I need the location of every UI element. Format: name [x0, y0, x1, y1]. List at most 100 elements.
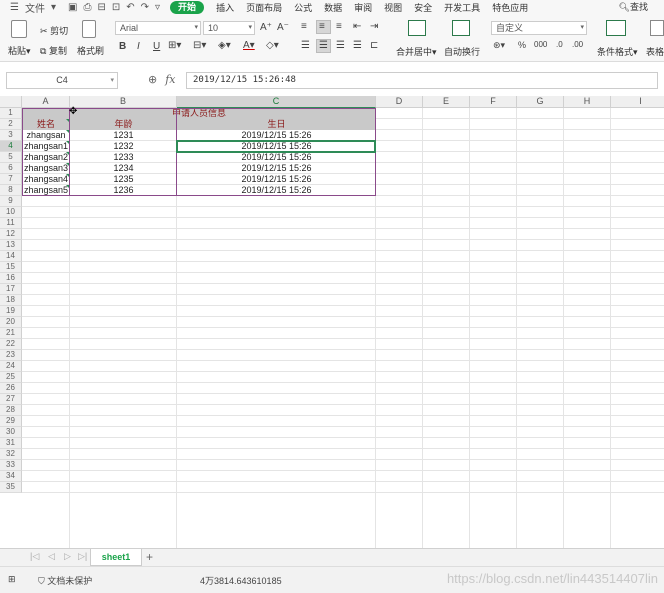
add-sheet-icon[interactable]: + — [146, 550, 153, 564]
column-header-e[interactable]: E — [423, 96, 470, 108]
row-header[interactable]: 34 — [0, 471, 22, 482]
cut-button[interactable]: ✂ 剪切 — [40, 24, 68, 37]
indent-decrease-icon[interactable]: ⇤ — [353, 21, 361, 32]
align-top-icon[interactable]: ≡ — [301, 21, 307, 32]
align-bottom-icon[interactable]: ≡ — [336, 21, 342, 32]
increase-decimal-icon[interactable]: .0 — [556, 40, 563, 49]
row-header[interactable]: 2 — [0, 119, 22, 130]
align-right-icon[interactable]: ☰ — [336, 40, 345, 51]
borders-icon[interactable]: ⊞▾ — [168, 40, 181, 51]
row-header[interactable]: 3 — [0, 130, 22, 141]
error-indicator-icon[interactable] — [66, 119, 69, 122]
row-header[interactable]: 16 — [0, 273, 22, 284]
italic-icon[interactable]: I — [137, 41, 140, 52]
row-header[interactable]: 20 — [0, 317, 22, 328]
tab-data[interactable]: 数据 — [324, 1, 342, 14]
table-style-icon[interactable] — [650, 20, 664, 36]
error-indicator-icon[interactable] — [66, 174, 69, 177]
row-header[interactable]: 6 — [0, 163, 22, 174]
spreadsheet-grid[interactable]: A B C D E F G H I 1 2 3 4 5 6 7 8 9 10 11 12 13 14 15 16 17 18 19 20… — [0, 96, 664, 548]
row-header[interactable]: 28 — [0, 405, 22, 416]
font-name-select[interactable]: Arial ▾ — [115, 21, 201, 35]
row-header[interactable]: 17 — [0, 284, 22, 295]
conditional-format-button[interactable]: 条件格式▾ — [597, 45, 638, 58]
conditional-format-icon[interactable] — [606, 20, 626, 36]
file-menu[interactable]: ☰ 文件 ▾ — [10, 0, 56, 15]
underline-icon[interactable]: U — [153, 41, 160, 52]
doc-protect-status[interactable]: ⛉ 文档未保护 — [38, 574, 92, 587]
thousands-icon[interactable]: 000 — [534, 40, 547, 49]
column-header-f[interactable]: F — [470, 96, 517, 108]
row-header[interactable]: 27 — [0, 394, 22, 405]
error-indicator-icon[interactable] — [66, 163, 69, 166]
row-header[interactable]: 21 — [0, 328, 22, 339]
font-color-icon[interactable]: A▾ — [243, 40, 255, 51]
select-all-corner[interactable] — [0, 96, 22, 108]
error-indicator-icon[interactable] — [66, 185, 69, 188]
wrap-text-button[interactable]: 自动换行 — [444, 45, 480, 58]
justify-icon[interactable]: ☰ — [353, 40, 362, 51]
row-header[interactable]: 31 — [0, 438, 22, 449]
undo-icon[interactable]: ↶ — [126, 2, 134, 13]
column-header-d[interactable]: D — [376, 96, 423, 108]
distributed-icon[interactable]: ⊏ — [370, 40, 378, 51]
align-left-icon[interactable]: ☰ — [301, 40, 310, 51]
row-header[interactable]: 25 — [0, 372, 22, 383]
clear-format-icon[interactable]: ◇▾ — [266, 40, 279, 51]
row-header[interactable]: 8 — [0, 185, 22, 196]
merge-center-button[interactable]: 合并居中▾ — [396, 45, 437, 58]
increase-font-icon[interactable]: A⁺ — [260, 22, 272, 33]
column-header-h[interactable]: H — [564, 96, 611, 108]
indent-increase-icon[interactable]: ⇥ — [370, 21, 378, 32]
column-header-i[interactable]: I — [611, 96, 664, 108]
paste-icon[interactable] — [11, 20, 27, 38]
row-header[interactable]: 32 — [0, 449, 22, 460]
copy-button[interactable]: ⧉ 复制 — [40, 44, 67, 57]
wrap-text-icon[interactable] — [452, 20, 470, 36]
row-header[interactable]: 13 — [0, 240, 22, 251]
row-header[interactable]: 35 — [0, 482, 22, 493]
tab-formulas[interactable]: 公式 — [294, 1, 312, 14]
error-indicator-icon[interactable] — [66, 141, 69, 144]
column-header-a[interactable]: A — [22, 96, 70, 108]
tab-insert[interactable]: 插入 — [216, 1, 234, 14]
tab-page-layout[interactable]: 页面布局 — [246, 1, 282, 14]
row-header[interactable]: 22 — [0, 339, 22, 350]
currency-icon[interactable]: ⊛▾ — [493, 40, 505, 51]
decrease-decimal-icon[interactable]: .00 — [572, 40, 583, 49]
print-preview-icon[interactable]: ⊡ — [112, 2, 120, 13]
row-header[interactable]: 9 — [0, 196, 22, 207]
row-header[interactable]: 30 — [0, 427, 22, 438]
row-header[interactable]: 26 — [0, 383, 22, 394]
zoom-icon[interactable]: ⊕ — [148, 73, 157, 86]
format-painter-icon[interactable] — [82, 20, 96, 38]
fill-color-icon[interactable]: ◈▾ — [218, 40, 231, 51]
bold-icon[interactable]: B — [119, 41, 126, 52]
table-style-button[interactable]: 表格 — [646, 45, 664, 58]
save-icon[interactable]: ▣ — [68, 2, 77, 13]
name-box[interactable]: C4 ▾ — [6, 72, 118, 89]
merge-center-icon[interactable] — [408, 20, 426, 36]
number-format-select[interactable]: 自定义 ▾ — [491, 21, 587, 35]
paste-button[interactable]: 粘贴▾ — [8, 44, 31, 57]
row-header[interactable]: 33 — [0, 460, 22, 471]
row-header[interactable]: 1 — [0, 108, 22, 119]
column-header-c[interactable]: C — [177, 96, 376, 108]
row-header[interactable]: 23 — [0, 350, 22, 361]
export-pdf-icon[interactable]: ⎙ — [83, 2, 91, 13]
merge-borders-icon[interactable]: ⊟▾ — [193, 40, 206, 51]
row-header[interactable]: 15 — [0, 262, 22, 273]
tab-view[interactable]: 视图 — [384, 1, 402, 14]
percent-icon[interactable]: % — [518, 40, 526, 50]
error-indicator-icon[interactable] — [66, 152, 69, 155]
row-header[interactable]: 29 — [0, 416, 22, 427]
prev-sheet-icon[interactable]: ◁ — [48, 551, 55, 562]
error-indicator-icon[interactable] — [66, 130, 69, 133]
row-header[interactable]: 5 — [0, 152, 22, 163]
align-middle-button[interactable]: ≡ — [316, 20, 331, 34]
row-header[interactable]: 12 — [0, 229, 22, 240]
row-header[interactable]: 7 — [0, 174, 22, 185]
format-painter-button[interactable]: 格式刷 — [77, 44, 104, 57]
row-header[interactable]: 14 — [0, 251, 22, 262]
row-header[interactable]: 24 — [0, 361, 22, 372]
